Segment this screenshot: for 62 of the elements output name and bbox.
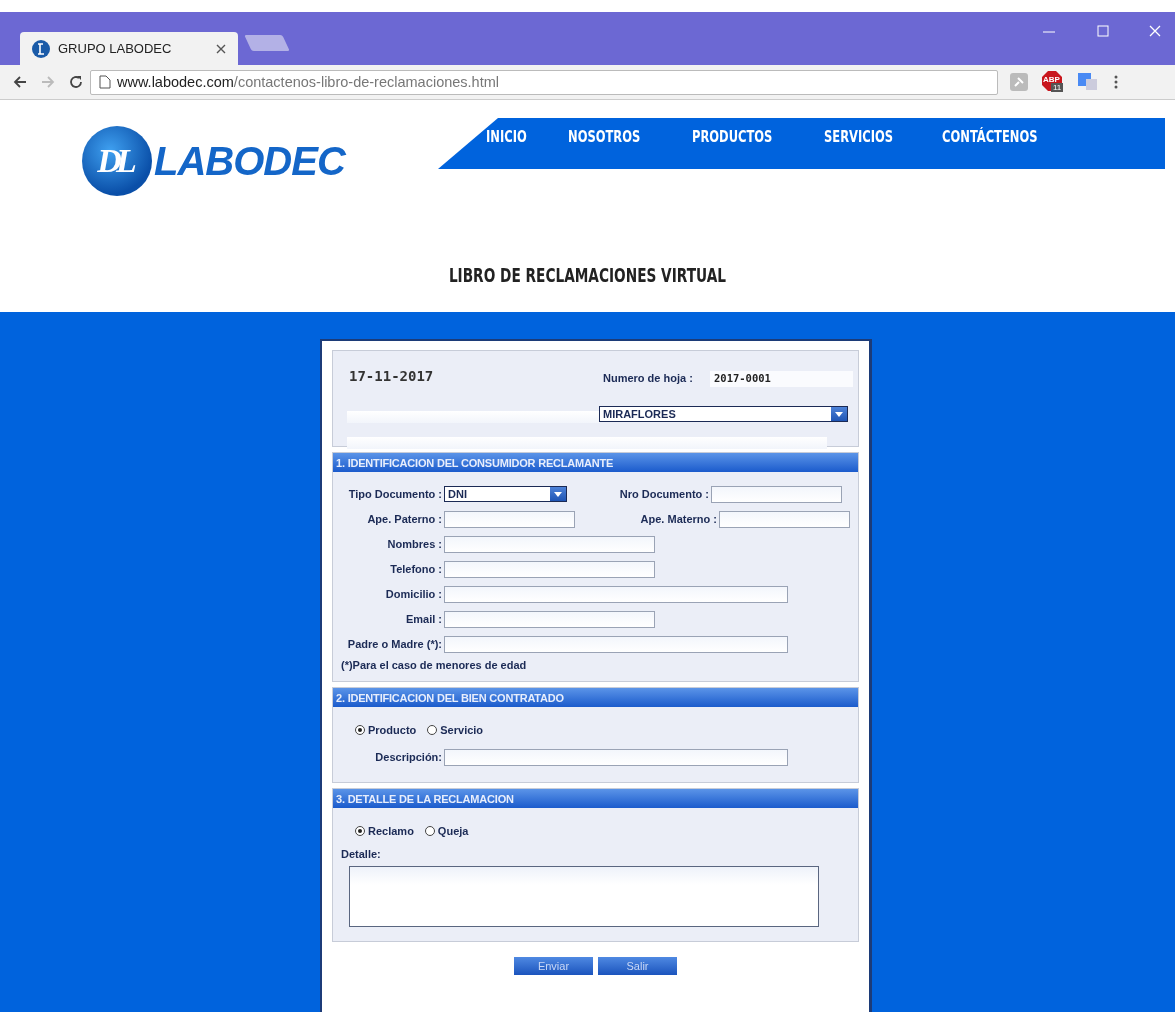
field-label: Ape. Paterno : <box>366 513 443 525</box>
sheet-number-field: 2017-0001 <box>710 371 853 387</box>
radio-button[interactable] <box>424 826 435 836</box>
page-icon <box>99 75 111 89</box>
logo-text: LABODEC <box>154 138 345 184</box>
radio-label: Producto <box>368 724 417 736</box>
caret-icon <box>835 411 843 417</box>
footnote-text: (*)Para el caso de menores de edad <box>341 659 528 671</box>
radio-label: Servicio <box>440 724 484 736</box>
logo-icon <box>32 39 50 58</box>
field-label: Padre o Madre (*): <box>346 638 443 650</box>
field-label: Email : <box>404 613 443 625</box>
section-heading: 3. DETALLE DE LA RECLAMACION <box>333 789 858 808</box>
radio-button[interactable] <box>355 826 365 836</box>
field-label: Descripción: <box>374 751 443 763</box>
radio-button[interactable] <box>355 725 365 735</box>
field-label: Nombres : <box>386 538 443 550</box>
nav-link[interactable]: PRODUCTOS <box>692 120 773 152</box>
sheet-label: Numero de hoja : <box>603 372 693 384</box>
caret-icon <box>554 491 562 497</box>
forward-icon[interactable] <box>40 74 56 90</box>
menu-icon[interactable] <box>1114 74 1118 90</box>
new-tab-button[interactable] <box>244 35 290 51</box>
address-bar[interactable]: www.labodec.com/contactenos-libro-de-reclamaciones.html <box>90 69 998 95</box>
input-field[interactable] <box>444 535 655 553</box>
input-field[interactable] <box>444 510 575 528</box>
close-icon[interactable] <box>216 43 226 54</box>
detail-textarea[interactable] <box>349 866 819 927</box>
input-field[interactable] <box>711 485 842 503</box>
logo-mark: DL <box>82 126 152 196</box>
radio-button[interactable] <box>427 725 438 735</box>
back-icon[interactable] <box>12 74 28 90</box>
field-label: Domicilio : <box>384 588 443 600</box>
section-heading: 1. IDENTIFICACION DEL CONSUMIDOR RECLAMANTE <box>333 453 858 472</box>
branch-select[interactable]: MIRAFLORES <box>599 406 848 422</box>
input-field[interactable] <box>444 635 788 653</box>
field-label: Nro Documento : <box>618 488 710 500</box>
input-field[interactable] <box>719 510 850 528</box>
page-title: LIBRO DE RECLAMACIONES VIRTUAL <box>448 264 727 286</box>
form-button[interactable]: Enviar <box>514 957 593 975</box>
input-field[interactable] <box>444 585 788 603</box>
input-field[interactable] <box>444 560 655 578</box>
field-label: Tipo Documento : <box>347 488 443 500</box>
radio-label: Queja <box>437 825 469 837</box>
nav-link[interactable]: CONTÁCTENOS <box>942 120 1038 152</box>
form-button[interactable]: Salir <box>598 957 677 975</box>
tab-title: GRUPO LABODEC <box>58 41 173 56</box>
nav-link[interactable]: SERVICIOS <box>824 120 894 152</box>
maximize-icon[interactable] <box>1096 24 1110 38</box>
field-label: Telefono : <box>389 563 443 575</box>
nav-link[interactable]: NOSOTROS <box>568 120 641 152</box>
input-field[interactable] <box>444 748 788 766</box>
nav-link[interactable]: INICIO <box>486 120 527 152</box>
date-text: 17-11-2017 <box>349 368 434 384</box>
section-heading: 2. IDENTIFICACION DEL BIEN CONTRATADO <box>333 688 858 707</box>
reload-icon[interactable] <box>68 74 84 90</box>
radio-label: Reclamo <box>368 825 414 837</box>
input-field[interactable] <box>444 610 655 628</box>
document-type-select[interactable]: DNI <box>444 486 567 502</box>
field-label: Ape. Materno : <box>639 513 718 525</box>
field-label: Detalle: <box>341 848 382 860</box>
browser-tab[interactable]: GRUPO LABODEC <box>20 32 238 65</box>
